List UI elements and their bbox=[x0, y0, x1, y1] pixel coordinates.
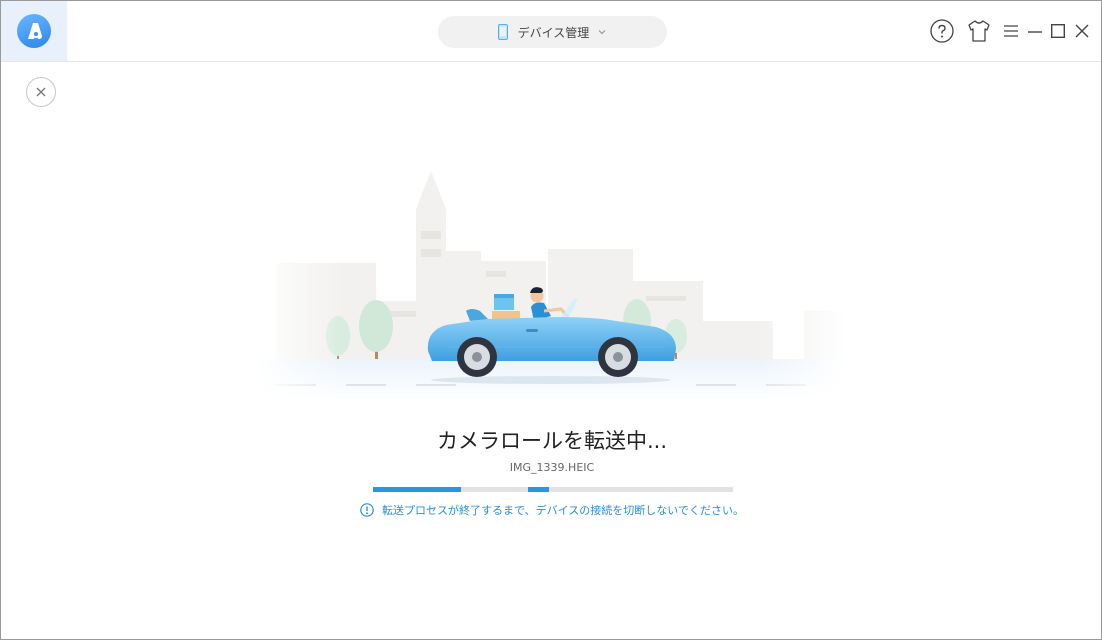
phone-icon bbox=[497, 24, 508, 40]
app-logo-icon bbox=[17, 14, 51, 48]
minimize-icon[interactable] bbox=[1028, 31, 1042, 33]
app-window: デバイス管理 カメラロールを転送中... IMG_1339.HEIC 転送プロセ… bbox=[0, 0, 1102, 640]
current-file-name: IMG_1339.HEIC bbox=[509, 461, 595, 474]
close-x-icon bbox=[36, 87, 46, 97]
transfer-progress-bar bbox=[373, 487, 733, 492]
disconnect-warning: 転送プロセスが終了するまで、デバイスの接続を切断しないでください。 bbox=[1, 502, 1102, 518]
info-icon bbox=[360, 503, 374, 517]
disconnect-warning-text: 転送プロセスが終了するまで、デバイスの接続を切断しないでください。 bbox=[382, 504, 744, 517]
title-bar: デバイス管理 bbox=[1, 1, 1101, 62]
device-selector-label: デバイス管理 bbox=[517, 25, 590, 40]
app-logo bbox=[1, 1, 67, 61]
device-selector[interactable]: デバイス管理 bbox=[438, 16, 667, 48]
transfer-status-title: カメラロールを転送中... bbox=[436, 429, 668, 453]
transfer-illustration bbox=[256, 161, 846, 411]
cancel-transfer-button[interactable] bbox=[26, 77, 56, 107]
progress-fill-segment bbox=[527, 487, 550, 492]
close-icon[interactable] bbox=[1075, 24, 1089, 38]
skin-shirt-icon[interactable] bbox=[967, 20, 991, 42]
maximize-icon[interactable] bbox=[1051, 24, 1065, 38]
progress-fill-segment bbox=[373, 487, 462, 492]
chevron-down-icon bbox=[598, 30, 606, 35]
menu-icon[interactable] bbox=[1004, 25, 1018, 37]
help-icon[interactable] bbox=[930, 19, 954, 43]
